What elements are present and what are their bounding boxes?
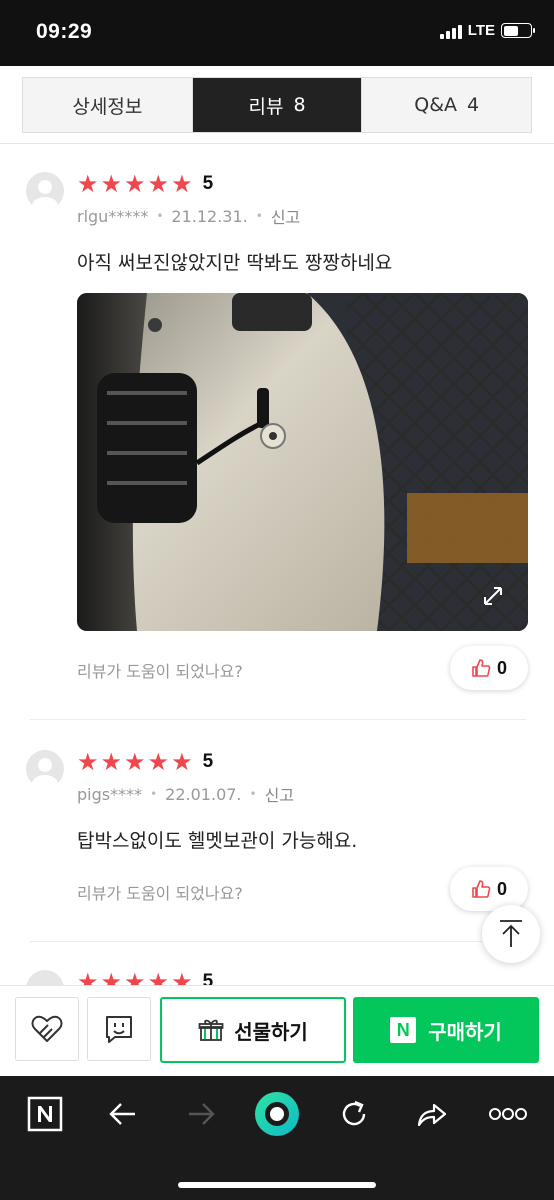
reviewer-id: rlgu***** [77, 206, 149, 226]
more-button[interactable] [480, 1090, 536, 1138]
buy-label: 구매하기 [428, 1019, 502, 1044]
status-time: 09:29 [36, 20, 93, 43]
tab-reviews[interactable]: 리뷰 8 [191, 78, 362, 132]
rating-value: 5 [202, 173, 214, 194]
helpful-question: 리뷰가 도움이 되었나요? [77, 884, 243, 903]
gift-button[interactable]: 선물하기 [160, 997, 346, 1063]
forward-button[interactable] [173, 1090, 229, 1138]
status-indicators: LTE [439, 22, 535, 39]
battery-icon [501, 23, 535, 38]
naver-n-icon: N [390, 1017, 417, 1043]
refresh-button[interactable] [326, 1090, 382, 1138]
thumbs-up-icon [472, 880, 491, 898]
gift-icon [198, 1019, 224, 1041]
review-photo[interactable] [77, 293, 528, 631]
heart-icon [31, 1015, 63, 1042]
arrow-up-icon [500, 920, 522, 947]
more-icon [489, 1108, 527, 1120]
status-bar: 09:29 LTE [0, 0, 554, 66]
star-icon: ★ [77, 748, 99, 776]
review-meta: pigs**** • 22.01.07. • 신고 [77, 782, 294, 806]
avatar [26, 172, 64, 210]
share-button[interactable] [404, 1090, 460, 1138]
star-icon: ★ [100, 748, 123, 776]
star-icon: ★ [124, 748, 146, 776]
like-count: 0 [496, 878, 507, 899]
forward-icon [189, 1103, 215, 1125]
talk-icon [106, 1016, 132, 1043]
report-link[interactable]: 신고 [271, 204, 300, 228]
scroll-top-button[interactable] [482, 905, 540, 963]
gift-label: 선물하기 [234, 1019, 308, 1044]
star-icon: ★ [147, 170, 170, 198]
star-icon: ★ [100, 170, 123, 198]
buy-button[interactable]: N 구매하기 [353, 997, 539, 1063]
home-indicator[interactable] [178, 1182, 376, 1188]
review-text: 아직 써보진않았지만 딱봐도 짱짱하네요 [77, 252, 393, 274]
like-button[interactable]: 0 [450, 867, 528, 911]
back-button[interactable] [95, 1090, 151, 1138]
share-icon [417, 1103, 447, 1127]
divider [0, 143, 554, 144]
green-dot-icon [255, 1092, 299, 1136]
star-icon: ★ [77, 170, 99, 198]
like-count: 0 [496, 657, 507, 678]
tab-details[interactable]: 상세정보 [23, 78, 192, 132]
thumbs-up-icon [472, 659, 491, 677]
purchase-bar: 선물하기 N 구매하기 [0, 985, 554, 1075]
helpful-question: 리뷰가 도움이 되었나요? [77, 662, 243, 681]
star-icon: ★ [171, 748, 193, 776]
network-label: LTE [467, 22, 495, 39]
wishlist-button[interactable] [15, 997, 79, 1061]
rating-value: 5 [202, 751, 214, 772]
star-icon: ★ [124, 170, 146, 198]
expand-icon[interactable] [482, 585, 504, 607]
like-button[interactable]: 0 [450, 646, 528, 690]
star-rating: ★ ★ ★ ★ ★ 5 [77, 172, 213, 196]
back-icon [109, 1103, 135, 1125]
review-date: 21.12.31. [171, 206, 248, 226]
star-icon: ★ [171, 170, 193, 198]
naver-n-icon [27, 1096, 63, 1132]
green-dot-button[interactable] [249, 1090, 305, 1138]
signal-icon [439, 23, 462, 39]
review-date: 22.01.07. [165, 784, 242, 804]
qna-count: 4 [467, 94, 480, 116]
talk-button[interactable] [87, 997, 151, 1061]
review-text: 탑박스없이도 헬멧보관이 가능해요. [77, 830, 358, 852]
review-divider [30, 941, 526, 942]
star-rating: ★ ★ ★ ★ ★ 5 [77, 750, 213, 774]
product-tabs: 상세정보 리뷰 8 Q&A 4 [22, 77, 532, 133]
reviewer-id: pigs**** [77, 784, 143, 804]
tab-qna[interactable]: Q&A 4 [361, 78, 532, 132]
review-divider [30, 719, 526, 720]
review-count: 8 [293, 94, 306, 116]
avatar [26, 750, 64, 788]
review-meta: rlgu***** • 21.12.31. • 신고 [77, 204, 300, 228]
naver-home-button[interactable] [17, 1090, 73, 1138]
refresh-icon [342, 1100, 366, 1126]
star-icon: ★ [147, 748, 170, 776]
report-link[interactable]: 신고 [265, 782, 294, 806]
